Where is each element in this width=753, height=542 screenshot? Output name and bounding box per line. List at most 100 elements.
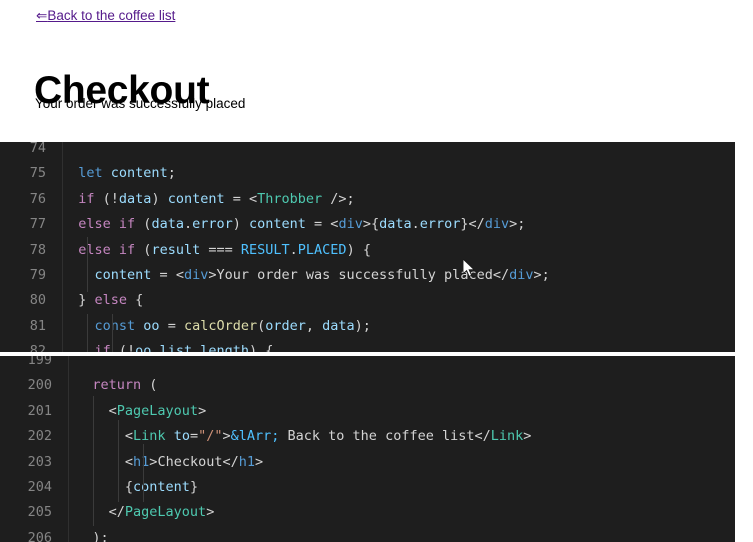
code-token: < bbox=[175, 266, 184, 283]
code-text: <Link to="/">&lArr; Back to the coffee l… bbox=[68, 424, 532, 449]
code-text: else if (result === RESULT.PLACED) { bbox=[62, 238, 371, 263]
code-line: 203 <h1>Checkout</h1> bbox=[0, 450, 735, 475]
code-text: content = <div>Your order was successful… bbox=[62, 263, 550, 288]
code-text: else if (data.error) content = <div>{dat… bbox=[62, 212, 525, 237]
code-token: list bbox=[159, 343, 193, 352]
code-token: ); bbox=[354, 317, 371, 334]
code-token: RESULT bbox=[240, 241, 290, 258]
code-token: = bbox=[224, 190, 249, 207]
code-token: . bbox=[183, 216, 193, 233]
code-lines: 74 75 let content; 76 if (!data) content =… bbox=[0, 142, 735, 352]
code-line: 201 <PageLayout> bbox=[0, 399, 735, 424]
code-text: ); bbox=[68, 526, 109, 542]
code-token: = bbox=[151, 266, 176, 283]
order-status-message: Your order was successfully placed bbox=[35, 96, 246, 111]
rendered-page-preview: ⇐Back to the coffee list Checkout Your o… bbox=[0, 0, 753, 140]
code-token: = bbox=[189, 428, 199, 445]
code-token: { bbox=[127, 292, 144, 309]
code-line: 77 else if (data.error) content = <div>{… bbox=[0, 212, 735, 237]
code-line: 78 else if (result === RESULT.PLACED) { bbox=[0, 238, 735, 263]
code-token: error bbox=[192, 216, 233, 233]
code-token: content bbox=[133, 478, 190, 495]
code-token: ) { bbox=[346, 241, 371, 258]
code-token: if bbox=[94, 343, 111, 352]
code-token: = bbox=[159, 317, 184, 334]
code-token: Link bbox=[490, 428, 524, 445]
line-number: 78 bbox=[29, 241, 46, 258]
code-token: ); bbox=[68, 529, 109, 542]
line-number: 202 bbox=[27, 428, 52, 445]
back-link-label: Back to the coffee list bbox=[47, 8, 176, 23]
line-number: 203 bbox=[27, 453, 52, 470]
code-token: > bbox=[206, 504, 215, 521]
code-token: >{ bbox=[362, 216, 380, 233]
code-token: else bbox=[94, 292, 128, 309]
indent-guide bbox=[93, 396, 94, 526]
code-token: h1 bbox=[133, 453, 150, 470]
code-line: 80 } else { bbox=[0, 288, 735, 313]
code-token: oo bbox=[143, 317, 160, 334]
code-token: PLACED bbox=[297, 241, 347, 258]
line-number: 201 bbox=[27, 402, 52, 419]
indent-guide bbox=[87, 314, 88, 352]
code-token: PageLayout bbox=[124, 504, 207, 521]
code-token: return bbox=[92, 377, 142, 394]
code-token: &lArr; bbox=[230, 428, 280, 445]
code-token: > bbox=[255, 453, 264, 470]
code-token: Throbber bbox=[257, 190, 323, 207]
code-token: > bbox=[198, 402, 207, 419]
code-token: > bbox=[523, 428, 532, 445]
code-line: 81 const oo = calcOrder(order, data); bbox=[0, 314, 735, 339]
code-token: Back to the coffee list bbox=[279, 428, 475, 445]
code-token: ) bbox=[232, 216, 249, 233]
code-token: div bbox=[484, 216, 510, 233]
code-line: 200 return ( bbox=[0, 373, 735, 398]
code-line: 202 <Link to="/">&lArr; Back to the coff… bbox=[0, 424, 735, 449]
code-text: const oo = calcOrder(order, data); bbox=[62, 314, 371, 339]
line-number: 204 bbox=[27, 478, 52, 495]
line-number: 206 bbox=[27, 529, 52, 542]
code-text: {content} bbox=[68, 475, 198, 500]
line-number: 82 bbox=[29, 343, 46, 352]
code-token: let bbox=[78, 165, 103, 182]
code-token: div bbox=[183, 266, 209, 283]
code-text: let content; bbox=[62, 161, 176, 186]
code-token: ( bbox=[141, 377, 158, 394]
code-line: 79 content = <div>Your order was success… bbox=[0, 263, 735, 288]
code-token: result bbox=[151, 241, 201, 258]
line-number: 77 bbox=[29, 216, 46, 233]
code-token: to bbox=[173, 428, 190, 445]
code-token: data bbox=[379, 216, 412, 233]
indent-guide bbox=[143, 444, 144, 502]
code-text: if (!data) content = <Throbber />; bbox=[62, 187, 355, 212]
code-line: 206 ); bbox=[0, 526, 735, 542]
line-number: 74 bbox=[29, 142, 46, 156]
code-line: 204 {content} bbox=[0, 475, 735, 500]
code-token: if bbox=[78, 190, 95, 207]
code-text: </PageLayout> bbox=[68, 500, 215, 525]
code-token: />; bbox=[322, 190, 355, 207]
line-number: 199 bbox=[27, 356, 52, 368]
code-token: length bbox=[200, 343, 250, 352]
back-to-coffee-list-link[interactable]: ⇐Back to the coffee list bbox=[36, 8, 175, 24]
code-token: else if bbox=[78, 216, 136, 233]
code-token: content bbox=[94, 266, 152, 283]
code-token: ( bbox=[135, 216, 152, 233]
code-token: </ bbox=[474, 428, 491, 445]
code-token: </ bbox=[68, 504, 125, 521]
code-token: ) bbox=[151, 190, 168, 207]
code-token: data bbox=[118, 190, 152, 207]
code-block-page-render[interactable]: 199 200 return (201 <PageLayout> 202 <Link… bbox=[0, 356, 735, 542]
code-line: 82 if (!oo.list.length) { bbox=[0, 339, 735, 352]
code-text: if (!oo.list.length) { bbox=[62, 339, 274, 352]
code-block-checkout-content[interactable]: 74 75 let content; 76 if (!data) content =… bbox=[0, 142, 735, 352]
code-token: content bbox=[110, 165, 168, 182]
